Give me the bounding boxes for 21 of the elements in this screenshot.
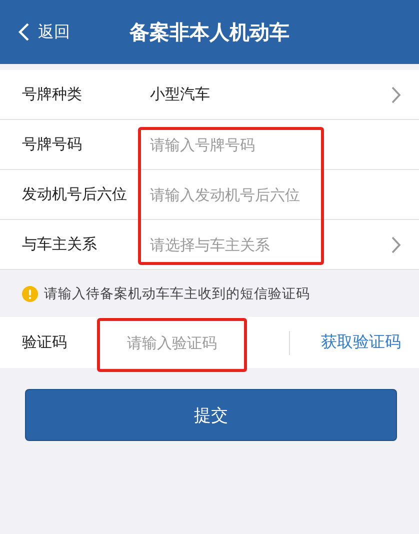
- back-button[interactable]: 返回: [0, 22, 70, 42]
- submit-button[interactable]: 提交: [25, 389, 397, 441]
- page-title: 备案非本人机动车: [130, 18, 290, 46]
- back-icon: [18, 22, 30, 42]
- warning-icon: [22, 286, 38, 302]
- notice-text: 请输入待备案机动车车主收到的短信验证码: [44, 284, 310, 302]
- field-label: 发动机号后六位: [22, 185, 128, 204]
- field-value: 小型汽车: [150, 85, 211, 104]
- form-row[interactable]: 与车主关系 请选择与车主关系: [0, 220, 419, 270]
- form-row[interactable]: 号牌号码 请输入号牌号码: [0, 120, 419, 170]
- form-row[interactable]: 号牌种类 小型汽车: [0, 70, 419, 120]
- get-code-link[interactable]: 获取验证码: [321, 332, 401, 353]
- field-label: 与车主关系: [22, 235, 98, 254]
- form-row[interactable]: 发动机号后六位 请输入发动机号后六位: [0, 170, 419, 220]
- field-label: 验证码: [22, 333, 68, 352]
- input-field[interactable]: 请选择与车主关系: [150, 230, 391, 260]
- input-field[interactable]: 请输入发动机号后六位: [150, 180, 401, 210]
- field-label: 号牌种类: [22, 85, 83, 104]
- field-label: 号牌号码: [22, 135, 83, 154]
- input-field[interactable]: 请输入号牌号码: [150, 130, 401, 160]
- input-field[interactable]: 请输入验证码: [97, 328, 247, 358]
